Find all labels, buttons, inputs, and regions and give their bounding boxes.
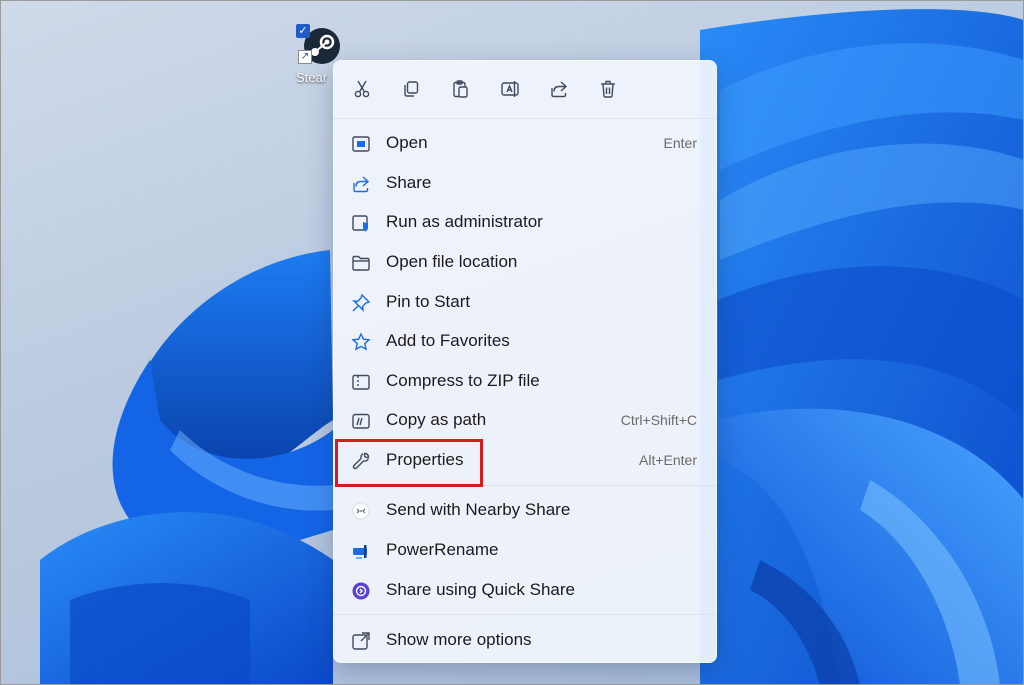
rename-button[interactable] <box>497 76 523 102</box>
context-menu: Open Enter Share Run as administrator Op… <box>333 60 717 663</box>
shortcut-arrow-icon: ↗ <box>298 50 312 64</box>
menu-item-send-with-nearby-share[interactable]: Send with Nearby Share <box>337 492 713 528</box>
separator <box>333 118 717 119</box>
menu-item-label: Copy as path <box>386 410 487 429</box>
menu-item-label: Share <box>386 173 432 192</box>
menu-item-shortcut: Ctrl+Shift+C <box>620 412 697 428</box>
menu-item-open-file-location[interactable]: Open file location <box>337 244 713 280</box>
menu-item-label: Send with Nearby Share <box>386 500 571 519</box>
menu-item-label: Pin to Start <box>386 292 471 311</box>
cut-button[interactable] <box>349 76 375 102</box>
menu-item-label: PowerRename <box>386 540 499 559</box>
menu-item-powerrename[interactable]: PowerRename <box>337 532 713 568</box>
menu-item-share[interactable]: Share <box>337 165 713 201</box>
shield-icon <box>351 213 371 233</box>
copy-button[interactable] <box>398 76 424 102</box>
menu-item-label: Share using Quick Share <box>386 580 575 599</box>
paste-icon <box>453 80 468 98</box>
menu-item-shortcut: Alt+Enter <box>639 452 697 468</box>
nearby-share-icon <box>351 501 371 521</box>
rename-icon <box>501 81 519 97</box>
more-options-icon <box>351 631 371 651</box>
paste-button[interactable] <box>447 76 473 102</box>
menu-item-label: Open file location <box>386 252 518 271</box>
menu-item-label: Add to Favorites <box>386 331 510 350</box>
star-icon <box>351 332 371 352</box>
pin-icon <box>351 293 371 313</box>
menu-item-run-as-administrator[interactable]: Run as administrator <box>337 204 713 240</box>
menu-item-label: Show more options <box>386 630 532 649</box>
menu-item-copy-as-path[interactable]: Copy as path Ctrl+Shift+C <box>337 402 713 438</box>
copy-icon <box>404 81 419 97</box>
copy-path-icon <box>351 411 371 431</box>
desktop-icon-label: Stear <box>296 70 328 85</box>
properties-highlight-box <box>335 439 483 487</box>
separator <box>333 614 717 615</box>
menu-item-label: Run as administrator <box>386 212 543 231</box>
zip-icon <box>351 372 371 392</box>
context-menu-toolbar <box>333 60 717 118</box>
menu-item-pin-to-start[interactable]: Pin to Start <box>337 284 713 320</box>
folder-icon <box>351 253 371 273</box>
cut-icon <box>354 80 370 98</box>
menu-item-share-using-quick-share[interactable]: Share using Quick Share <box>337 572 713 608</box>
powerrename-icon <box>351 541 371 561</box>
selection-checkbox-icon: ✓ <box>296 24 310 38</box>
quick-share-icon <box>351 581 371 601</box>
menu-item-add-to-favorites[interactable]: Add to Favorites <box>337 323 713 359</box>
menu-item-open[interactable]: Open Enter <box>337 125 713 161</box>
menu-item-label: Open <box>386 133 428 152</box>
share-icon <box>351 174 371 194</box>
delete-button[interactable] <box>595 76 621 102</box>
delete-icon <box>601 80 615 98</box>
share-button[interactable] <box>546 76 572 102</box>
menu-item-label: Compress to ZIP file <box>386 371 540 390</box>
menu-item-shortcut: Enter <box>663 135 697 151</box>
menu-item-compress-to-zip[interactable]: Compress to ZIP file <box>337 363 713 399</box>
menu-item-show-more-options[interactable]: Show more options <box>337 622 713 658</box>
open-icon <box>351 134 371 154</box>
share-icon <box>551 81 568 98</box>
